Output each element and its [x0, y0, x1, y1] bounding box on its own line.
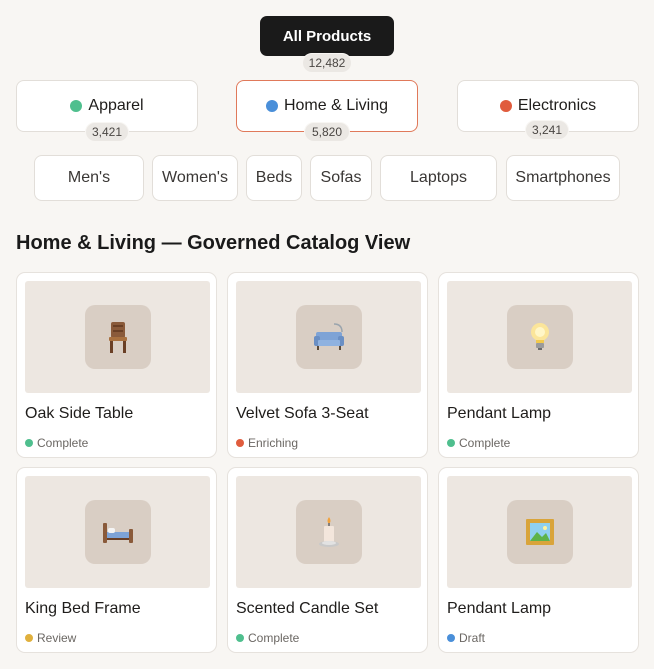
status-dot [25, 439, 33, 447]
status-dot [236, 634, 244, 642]
section-title: Home & Living — Governed Catalog View [16, 232, 411, 254]
category-label: Home & Living [283, 97, 389, 114]
product-name: King Bed Frame [25, 600, 141, 617]
status-label: Complete [37, 436, 89, 450]
status-label: Enriching [248, 436, 299, 450]
product-name: Pendant Lamp [447, 405, 552, 422]
subcategory-label: Beds [255, 169, 293, 186]
product-status: Draft [447, 631, 485, 645]
product-card[interactable]: Oak Side Table Complete [16, 272, 217, 458]
category-label: Apparel [88, 97, 144, 114]
status-dot [447, 439, 455, 447]
subcategory-label: Smartphones [515, 169, 611, 186]
product-card[interactable]: Pendant Lamp Draft [438, 467, 639, 653]
chair-icon [84, 305, 151, 369]
product-status: Complete [25, 436, 88, 450]
category-color-dot [70, 100, 83, 112]
product-thumbnail [236, 281, 421, 393]
category-count-badge: 3,241 [525, 120, 569, 140]
framed-picture-icon [506, 500, 573, 564]
product-status: Complete [236, 631, 299, 645]
root-node-label: All Products [282, 27, 372, 45]
lightbulb-icon [506, 305, 573, 369]
product-name: Oak Side Table [25, 405, 134, 422]
product-thumbnail [447, 476, 632, 588]
catalog-canvas: All Products 12,482 Apparel 3,421 Home &… [0, 0, 654, 669]
product-status: Review [25, 631, 76, 645]
status-dot [236, 439, 244, 447]
subcategory-label: Women's [162, 169, 228, 186]
category-count-badge: 3,421 [85, 122, 129, 142]
status-dot [25, 634, 33, 642]
product-name: Velvet Sofa 3-Seat [236, 405, 369, 422]
category-color-dot [499, 100, 512, 112]
product-card[interactable]: Pendant Lamp Complete [438, 272, 639, 458]
subcategory-womens[interactable]: Women's [152, 155, 238, 201]
product-thumbnail [25, 476, 210, 588]
product-thumbnail [236, 476, 421, 588]
product-card[interactable]: King Bed Frame Review [16, 467, 217, 653]
subcategory-label: Men's [67, 169, 111, 186]
sofa-icon [295, 305, 362, 369]
category-label: Electronics [517, 97, 597, 114]
subcategory-laptops[interactable]: Laptops [380, 155, 497, 201]
subcategory-label: Sofas [320, 169, 362, 186]
status-label: Complete [248, 631, 300, 645]
subcategory-mens[interactable]: Men's [34, 155, 144, 201]
root-count-badge: 12,482 [302, 53, 352, 73]
product-thumbnail [25, 281, 210, 393]
status-label: Review [37, 631, 77, 645]
product-thumbnail [447, 281, 632, 393]
category-count-badge: 5,820 [304, 122, 350, 142]
status-label: Complete [459, 436, 511, 450]
product-name: Pendant Lamp [447, 600, 552, 617]
subcategory-smartphones[interactable]: Smartphones [506, 155, 620, 201]
subcategory-label: Laptops [410, 169, 467, 186]
status-label: Draft [459, 631, 486, 645]
candle-icon [295, 500, 362, 564]
product-card[interactable]: Scented Candle Set Complete [227, 467, 428, 653]
product-card[interactable]: Velvet Sofa 3-Seat Enriching [227, 272, 428, 458]
subcategory-beds[interactable]: Beds [246, 155, 302, 201]
bed-icon [84, 500, 151, 564]
root-node-all-products[interactable]: All Products [260, 16, 394, 56]
product-status: Complete [447, 436, 510, 450]
status-dot [447, 634, 455, 642]
product-name: Scented Candle Set [236, 600, 379, 617]
subcategory-sofas[interactable]: Sofas [310, 155, 372, 201]
product-status: Enriching [236, 436, 298, 450]
category-color-dot [265, 100, 278, 112]
